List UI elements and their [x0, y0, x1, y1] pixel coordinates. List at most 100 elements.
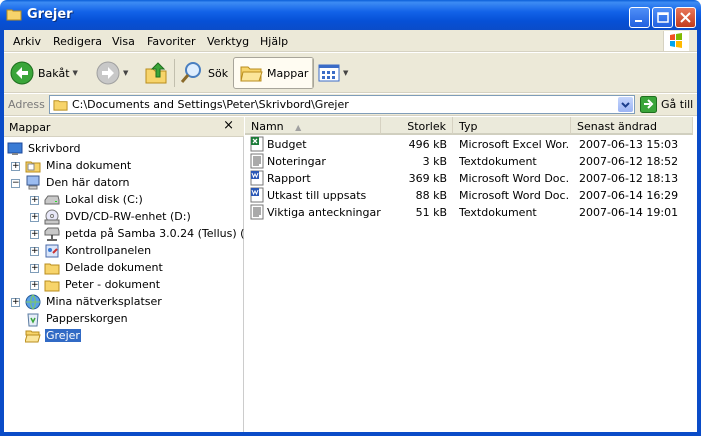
minimize-button[interactable] [629, 7, 650, 28]
file-row[interactable]: Viktiga anteckningar 51 kB Textdokument … [245, 204, 697, 221]
expand-toggle[interactable]: + [30, 281, 39, 290]
tree-item-dvd-drive[interactable]: DVD/CD-RW-enhet (D:) [44, 208, 192, 225]
column-header-date[interactable]: Senast ändrad [571, 117, 693, 135]
views-icon [318, 64, 340, 82]
expand-toggle[interactable]: + [30, 264, 39, 273]
back-dropdown-icon[interactable]: ▼ [73, 69, 78, 77]
menu-redigera[interactable]: Redigera [53, 35, 102, 48]
text-file-icon [250, 204, 264, 220]
tree-item-skrivbord[interactable]: Skrivbord [7, 140, 81, 157]
menu-visa[interactable]: Visa [112, 35, 135, 48]
tree-item-kontrollpanelen[interactable]: Kontrollpanelen [44, 242, 152, 259]
folder-icon [6, 9, 22, 21]
tree-item-grejer[interactable]: Grejer [25, 327, 81, 344]
column-header-name[interactable]: Namn ▲ [245, 117, 381, 135]
file-type: Microsoft Excel Wor... [459, 138, 569, 151]
tree-item-mina-dokument[interactable]: Mina dokument [25, 157, 132, 174]
window-frame-bottom [0, 432, 701, 436]
expand-toggle[interactable]: + [11, 162, 20, 171]
search-icon [180, 62, 201, 83]
expand-toggle[interactable]: + [30, 196, 39, 205]
folder-icon [25, 161, 41, 172]
column-header-label: Storlek [407, 120, 446, 133]
tree-item-delade-dokument[interactable]: Delade dokument [44, 259, 164, 276]
menu-arkiv[interactable]: Arkiv [13, 35, 41, 48]
file-date: 2007-06-14 16:29 [579, 189, 679, 202]
toolbar-separator [174, 59, 175, 87]
forward-button[interactable]: ▼ [96, 57, 128, 89]
tree-item-label: DVD/CD-RW-enhet (D:) [65, 210, 191, 223]
file-size: 51 kB [415, 206, 447, 219]
tree-item-label: Den här datorn [46, 176, 130, 189]
tree-item-label: Mina nätverksplatser [46, 295, 162, 308]
expand-toggle[interactable]: + [11, 298, 20, 307]
tree-item-network-drive[interactable]: petda på Samba 3.0.24 (Tellus) (Z:) [44, 225, 261, 242]
control-panel-icon [45, 244, 59, 257]
file-row[interactable]: Budget 496 kB Microsoft Excel Wor... 200… [245, 136, 697, 153]
menu-hjalp[interactable]: Hjälp [260, 35, 288, 48]
file-type: Microsoft Word Doc... [459, 172, 569, 185]
file-type: Textdokument [459, 206, 537, 219]
up-folder-button[interactable] [144, 57, 168, 89]
go-arrow-icon [640, 96, 657, 113]
open-folder-icon [25, 330, 41, 342]
column-header-label: Senast ändrad [577, 120, 657, 133]
file-size: 369 kB [408, 172, 447, 185]
search-button[interactable]: Sök [180, 57, 228, 89]
tree-item-den-har-datorn[interactable]: Den här datorn [25, 174, 131, 191]
views-button[interactable]: ▼ [318, 57, 348, 89]
close-button[interactable] [675, 7, 696, 28]
column-header-size[interactable]: Storlek [381, 117, 453, 135]
tree-item-label: Mina dokument [46, 159, 132, 172]
folders-icon [240, 66, 263, 82]
file-date: 2007-06-12 18:13 [579, 172, 679, 185]
tree-item-peter-dokument[interactable]: Peter - dokument [44, 276, 161, 293]
address-dropdown-button[interactable] [618, 97, 633, 112]
collapse-toggle[interactable]: − [11, 179, 20, 188]
expand-toggle[interactable]: + [30, 230, 39, 239]
views-dropdown-icon[interactable]: ▼ [343, 69, 348, 77]
folders-button[interactable]: Mappar [233, 57, 315, 89]
file-name: Noteringar [267, 155, 326, 168]
menu-verktyg[interactable]: Verktyg [207, 35, 249, 48]
tree-item-papperskorgen[interactable]: Papperskorgen [25, 310, 129, 327]
file-row[interactable]: Noteringar 3 kB Textdokument 2007-06-12 … [245, 153, 697, 170]
column-header-label: Namn [251, 120, 284, 133]
close-icon [680, 12, 691, 23]
expand-toggle[interactable]: + [30, 213, 39, 222]
file-type: Textdokument [459, 155, 537, 168]
back-button[interactable]: Bakåt ▼ [10, 57, 78, 89]
menu-favoriter[interactable]: Favoriter [147, 35, 195, 48]
maximize-icon [657, 12, 669, 23]
minimize-icon [635, 20, 642, 22]
column-header-type[interactable]: Typ [453, 117, 571, 135]
toolbar: Bakåt ▼ ▼ Sök Mappar ▼ [4, 53, 697, 93]
file-name: Viktiga anteckningar [267, 206, 381, 219]
tree-item-mina-natverksplatser[interactable]: Mina nätverksplatser [25, 293, 163, 310]
expand-toggle[interactable]: + [30, 247, 39, 256]
window-frame-right [697, 30, 701, 436]
back-button-label: Bakåt [38, 66, 70, 80]
maximize-button[interactable] [652, 7, 673, 28]
title-bar[interactable]: Grejer [0, 0, 701, 30]
folders-pane: Mappar × Skrivbord + Mina dokument − Den… [4, 117, 260, 432]
file-row[interactable]: Utkast till uppsats 88 kB Microsoft Word… [245, 187, 697, 204]
sort-ascending-icon: ▲ [295, 123, 302, 132]
folder-icon [44, 263, 60, 274]
tree-item-lokal-disk[interactable]: Lokal disk (C:) [44, 191, 144, 208]
search-button-label: Sök [208, 66, 229, 80]
folders-button-label: Mappar [267, 66, 309, 80]
address-input[interactable]: C:\Documents and Settings\Peter\Skrivbor… [49, 95, 635, 114]
folder-icon [44, 280, 60, 291]
file-name: Rapport [267, 172, 311, 185]
tree-item-label: Skrivbord [28, 142, 81, 155]
close-pane-icon[interactable]: × [223, 118, 234, 133]
menu-bar: Arkiv Redigera Visa Favoriter Verktyg Hj… [4, 30, 697, 52]
folders-pane-title: Mappar [9, 121, 51, 134]
back-arrow-icon [10, 61, 34, 85]
file-row[interactable]: Rapport 369 kB Microsoft Word Doc... 200… [245, 170, 697, 187]
word-file-icon [250, 187, 264, 203]
forward-dropdown-icon[interactable]: ▼ [123, 69, 128, 77]
go-button[interactable]: Gå till [640, 96, 693, 113]
tree-item-label: Papperskorgen [46, 312, 128, 325]
